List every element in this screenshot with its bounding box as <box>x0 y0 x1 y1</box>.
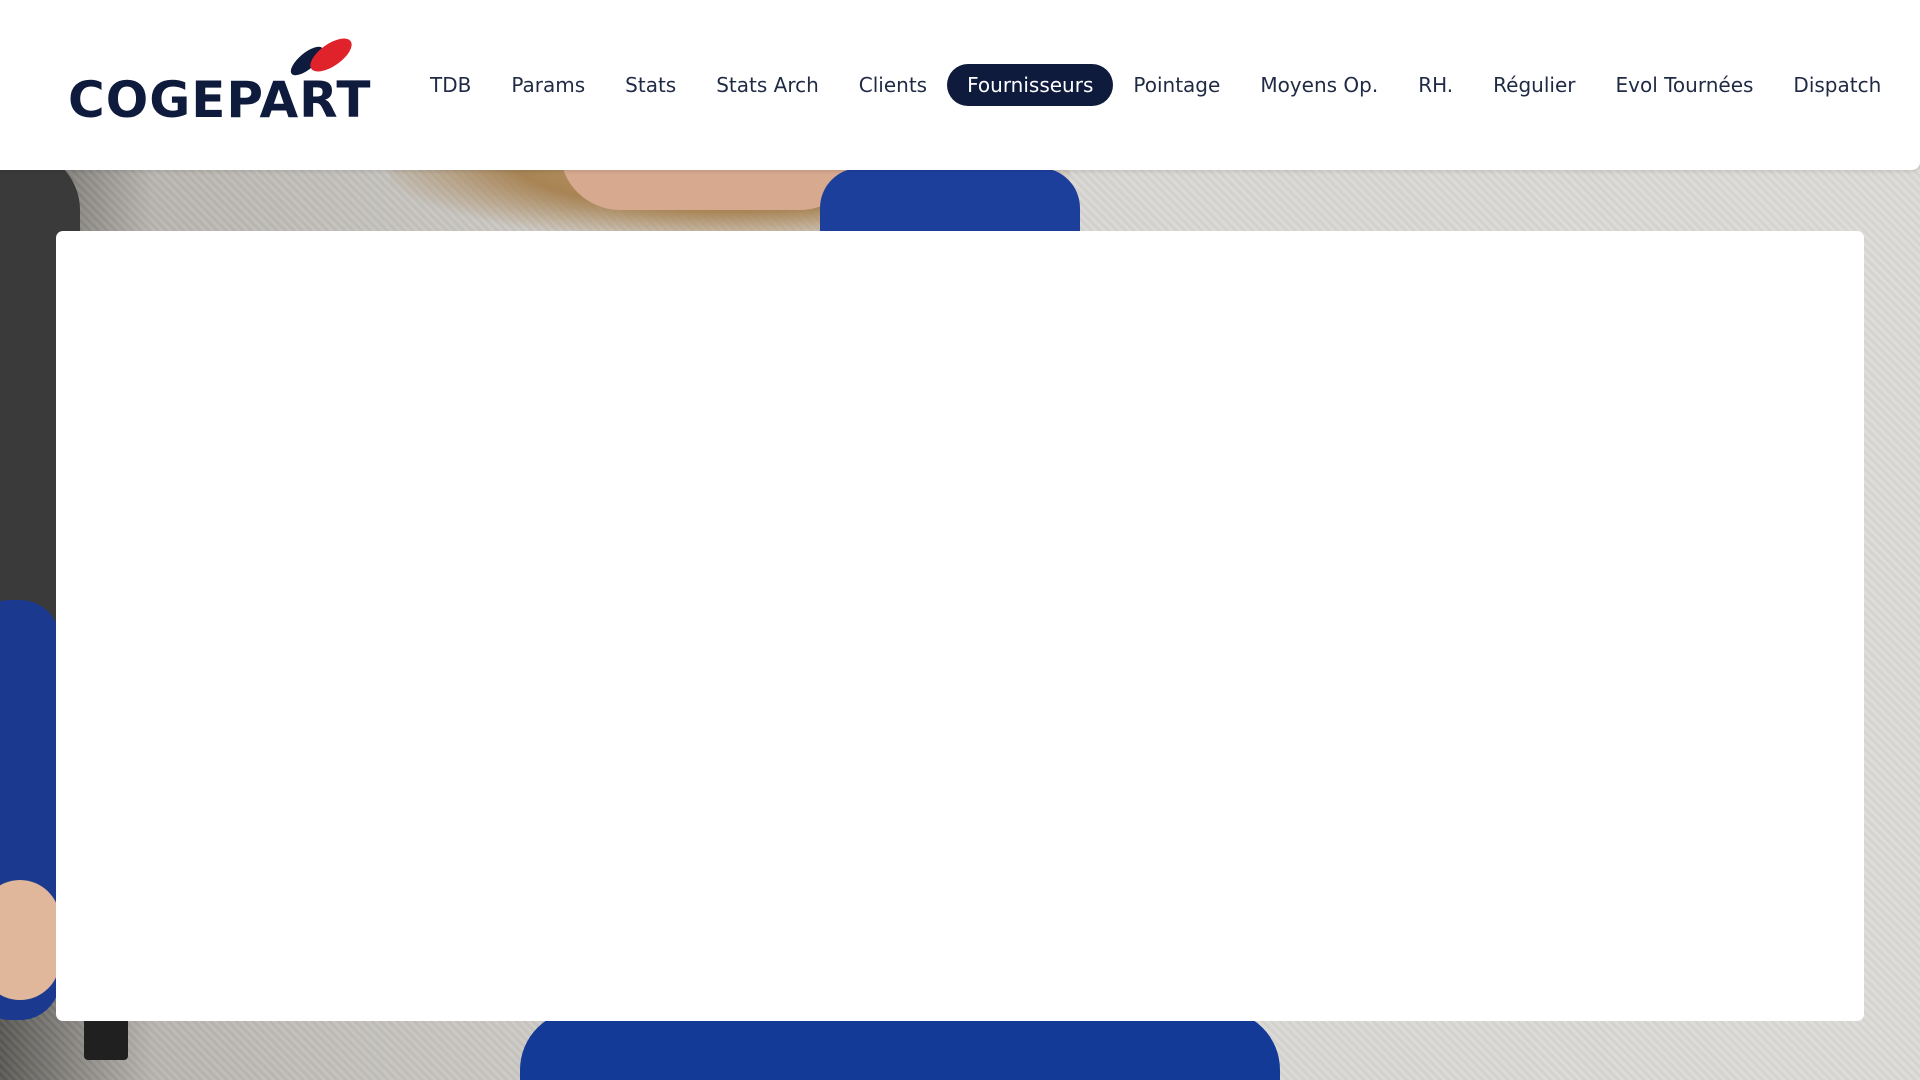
main-content-card <box>56 231 1864 1021</box>
nav-item-fournisseurs[interactable]: Fournisseurs <box>947 64 1114 106</box>
nav-item-clients[interactable]: Clients <box>839 64 947 106</box>
background-hand <box>0 880 60 1000</box>
nav-item-rh[interactable]: RH. <box>1398 64 1473 106</box>
main-nav: TDB Params Stats Stats Arch Clients Four… <box>410 63 1901 107</box>
background-shirt-top <box>820 168 1080 238</box>
nav-item-moyens-op[interactable]: Moyens Op. <box>1240 64 1398 106</box>
nav-item-stats[interactable]: Stats <box>605 64 696 106</box>
nav-item-stats-arch[interactable]: Stats Arch <box>696 64 839 106</box>
nav-item-params[interactable]: Params <box>491 64 605 106</box>
nav-item-dispatch[interactable]: Dispatch <box>1773 64 1901 106</box>
nav-item-tdb[interactable]: TDB <box>410 64 491 106</box>
nav-item-pointage[interactable]: Pointage <box>1113 64 1240 106</box>
top-header: COGEPART TDB Params Stats Stats Arch Cli… <box>0 0 1920 170</box>
logo-mark-icon <box>290 38 352 76</box>
nav-item-regulier[interactable]: Régulier <box>1473 64 1595 106</box>
cogepart-logo[interactable]: COGEPART <box>68 35 371 135</box>
logo-wordmark: COGEPART <box>68 71 372 129</box>
nav-item-evol-tournees[interactable]: Evol Tournées <box>1595 64 1773 106</box>
